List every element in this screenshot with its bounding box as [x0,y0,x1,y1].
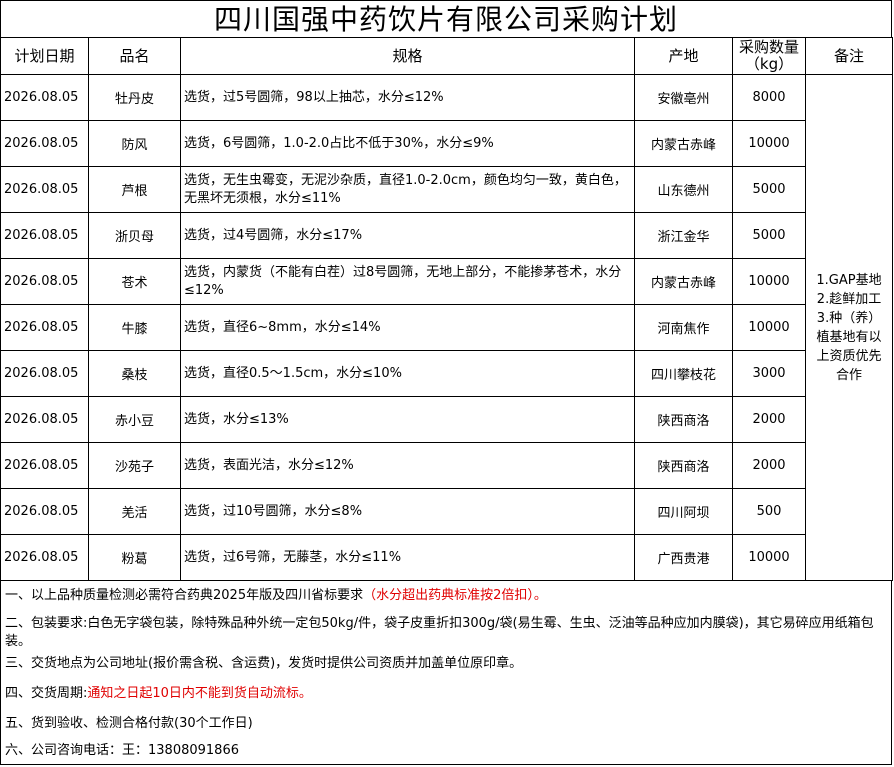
table-row: 2026.08.05 牛膝 选货，直径6~8mm，水分≤14% 河南焦作 10000 [0,304,893,351]
purchase-table: 计划日期 品名 规格 产地 采购数量 （kg） 备注 2026.08.05 牡丹皮… [0,37,893,581]
remark-line4: 植基地有以 [816,329,882,345]
table-row: 2026.08.05 桑枝 选货，直径0.5～1.5cm，水分≤10% 四川攀枝花 30… [0,350,893,397]
row-date-cell: 2026.08.05 [0,534,89,581]
row-qty-cell: 5000 [732,166,806,213]
row-name-cell: 牡丹皮 [88,74,181,121]
table-row: 2026.08.05 粉葛 选货，过6号筛，无藤茎，水分≤11% 广西贵港 10000 [0,534,893,581]
note-delivery-cycle: 四、交货周期:通知之日起10日内不能到货自动流标。 [5,685,889,703]
row-qty-cell: 3000 [732,350,806,397]
table-header-row: 计划日期 品名 规格 产地 采购数量 （kg） 备注 [0,37,893,75]
row-origin-cell: 陕西商洛 [634,442,733,489]
note-contact: 六、公司咨询电话：王：13808091866 [5,743,239,758]
row-name-cell: 沙苑子 [88,442,181,489]
row-qty-cell: 2000 [732,442,806,489]
note-delivery-cycle-warning: 通知之日起10日内不能到货自动流标。 [87,686,312,701]
note-quality-warning: （水分超出药典标准按2倍扣）。 [363,588,547,603]
row-date-cell: 2026.08.05 [0,74,89,121]
page-title: 四川国强中药饮片有限公司采购计划 [0,0,892,38]
table-row: 2026.08.05 芦根 选货，无生虫霉变，无泥沙杂质，直径1.0-2.0cm，颜… [0,166,893,213]
row-name-cell: 牛膝 [88,304,181,351]
row-origin-cell: 陕西商洛 [634,396,733,443]
row-spec-cell: 选货，过10号圆筛，水分≤8% [180,488,635,535]
table-row: 2026.08.05 沙苑子 选货，表面光洁，水分≤12% 陕西商洛 2000 [0,442,893,489]
row-origin-cell: 内蒙古赤峰 [634,258,733,305]
row-spec-cell: 选货，直径0.5～1.5cm，水分≤10% [180,350,635,397]
table-row: 2026.08.05 赤小豆 选货，水分≤13% 陕西商洛 2000 [0,396,893,443]
table-row: 2026.08.05 苍术 选货，内蒙货（不能有白茬）过8号圆筛，无地上部分，不能掺… [0,258,893,305]
row-date-cell: 2026.08.05 [0,212,89,259]
row-origin-cell: 广西贵港 [634,534,733,581]
row-name-cell: 防风 [88,120,181,167]
header-qty: 采购数量 （kg） [732,37,806,75]
row-qty-cell: 10000 [732,258,806,305]
row-origin-cell: 浙江金华 [634,212,733,259]
row-qty-cell: 10000 [732,120,806,167]
purchase-plan-sheet: 四川国强中药饮片有限公司采购计划 计划日期 品名 规格 产地 采购数量 （kg）… [0,0,894,767]
row-origin-cell: 四川阿坝 [634,488,733,535]
row-name-cell: 芦根 [88,166,181,213]
note-payment: 五、货到验收、检测合格付款(30个工作日) [5,716,253,731]
row-date-cell: 2026.08.05 [0,304,89,351]
row-date-cell: 2026.08.05 [0,350,89,397]
row-date-cell: 2026.08.05 [0,166,89,213]
row-name-cell: 赤小豆 [88,396,181,443]
header-spec: 规格 [180,37,635,75]
row-spec-cell: 选货，表面光洁，水分≤12% [180,442,635,489]
remark-cell: 1.GAP基地 2.趁鲜加工 3.种（养） 植基地有以上资质优先合作 [805,74,893,581]
row-date-cell: 2026.08.05 [0,258,89,305]
header-remark: 备注 [805,37,893,75]
row-qty-cell: 500 [732,488,806,535]
row-date-cell: 2026.08.05 [0,120,89,167]
table-row: 2026.08.05 防风 选货，6号圆筛，1.0-2.0占比不低于30%，水分≤9… [0,120,893,167]
note-delivery-location: 三、交货地点为公司地址(报价需含税、含运费)，发货时提供公司资质并加盖单位原印章… [5,656,523,671]
note-quality: 一、以上品种质量检测必需符合药典2025年版及四川省标要求（水分超出药典标准按2… [5,587,889,605]
row-qty-cell: 8000 [732,74,806,121]
row-spec-cell: 选货，内蒙货（不能有白茬）过8号圆筛，无地上部分，不能掺茅苍术，水分≤12% [180,258,635,305]
remark-line6: 合作 [835,367,862,383]
row-spec-cell: 选货，过5号圆筛，98以上抽芯，水分≤12% [180,74,635,121]
row-date-cell: 2026.08.05 [0,396,89,443]
remark-line2: 2.趁鲜加工 [816,291,882,307]
notes-section: 一、以上品种质量检测必需符合药典2025年版及四川省标要求（水分超出药典标准按2… [0,580,892,765]
header-qty-line2: （kg） [744,55,794,73]
remark-line3: 3.种（养） [816,310,882,326]
note-packaging: 二、包装要求:白色无字袋包装，除特殊品种外统一定包50kg/件，袋子皮重折扣30… [5,616,874,649]
table-row: 2026.08.05 羌活 选货，过10号圆筛，水分≤8% 四川阿坝 500 [0,488,893,535]
row-origin-cell: 内蒙古赤峰 [634,120,733,167]
row-origin-cell: 河南焦作 [634,304,733,351]
row-origin-cell: 山东德州 [634,166,733,213]
table-row: 2026.08.05 牡丹皮 选货，过5号圆筛，98以上抽芯，水分≤12% 安徽亳州 8… [0,74,893,581]
row-qty-cell: 5000 [732,212,806,259]
header-name: 品名 [88,37,181,75]
row-name-cell: 羌活 [88,488,181,535]
row-spec-cell: 选货，无生虫霉变，无泥沙杂质，直径1.0-2.0cm，颜色均匀一致，黄白色，无黑… [180,166,635,213]
row-qty-cell: 2000 [732,396,806,443]
row-spec-cell: 选货，6号圆筛，1.0-2.0占比不低于30%，水分≤9% [180,120,635,167]
row-name-cell: 苍术 [88,258,181,305]
row-date-cell: 2026.08.05 [0,488,89,535]
note-quality-text: 一、以上品种质量检测必需符合药典2025年版及四川省标要求 [5,588,364,603]
row-spec-cell: 选货，过4号圆筛，水分≤17% [180,212,635,259]
row-origin-cell: 安徽亳州 [634,74,733,121]
row-name-cell: 浙贝母 [88,212,181,259]
row-spec-cell: 选货，水分≤13% [180,396,635,443]
row-name-cell: 桑枝 [88,350,181,397]
row-qty-cell: 10000 [732,304,806,351]
note-delivery-cycle-text: 四、交货周期: [5,686,88,701]
header-origin: 产地 [634,37,733,75]
remark-line5: 上资质优先 [816,348,882,364]
row-origin-cell: 四川攀枝花 [634,350,733,397]
table-row: 2026.08.05 浙贝母 选货，过4号圆筛，水分≤17% 浙江金华 5000 [0,212,893,259]
header-qty-line1: 采购数量 [738,38,799,56]
row-name-cell: 粉葛 [88,534,181,581]
row-date-cell: 2026.08.05 [0,442,89,489]
row-qty-cell: 10000 [732,534,806,581]
remark-line1: 1.GAP基地 [816,272,882,288]
row-spec-cell: 选货，过6号筛，无藤茎，水分≤11% [180,534,635,581]
header-date: 计划日期 [0,37,89,75]
row-spec-cell: 选货，直径6~8mm，水分≤14% [180,304,635,351]
